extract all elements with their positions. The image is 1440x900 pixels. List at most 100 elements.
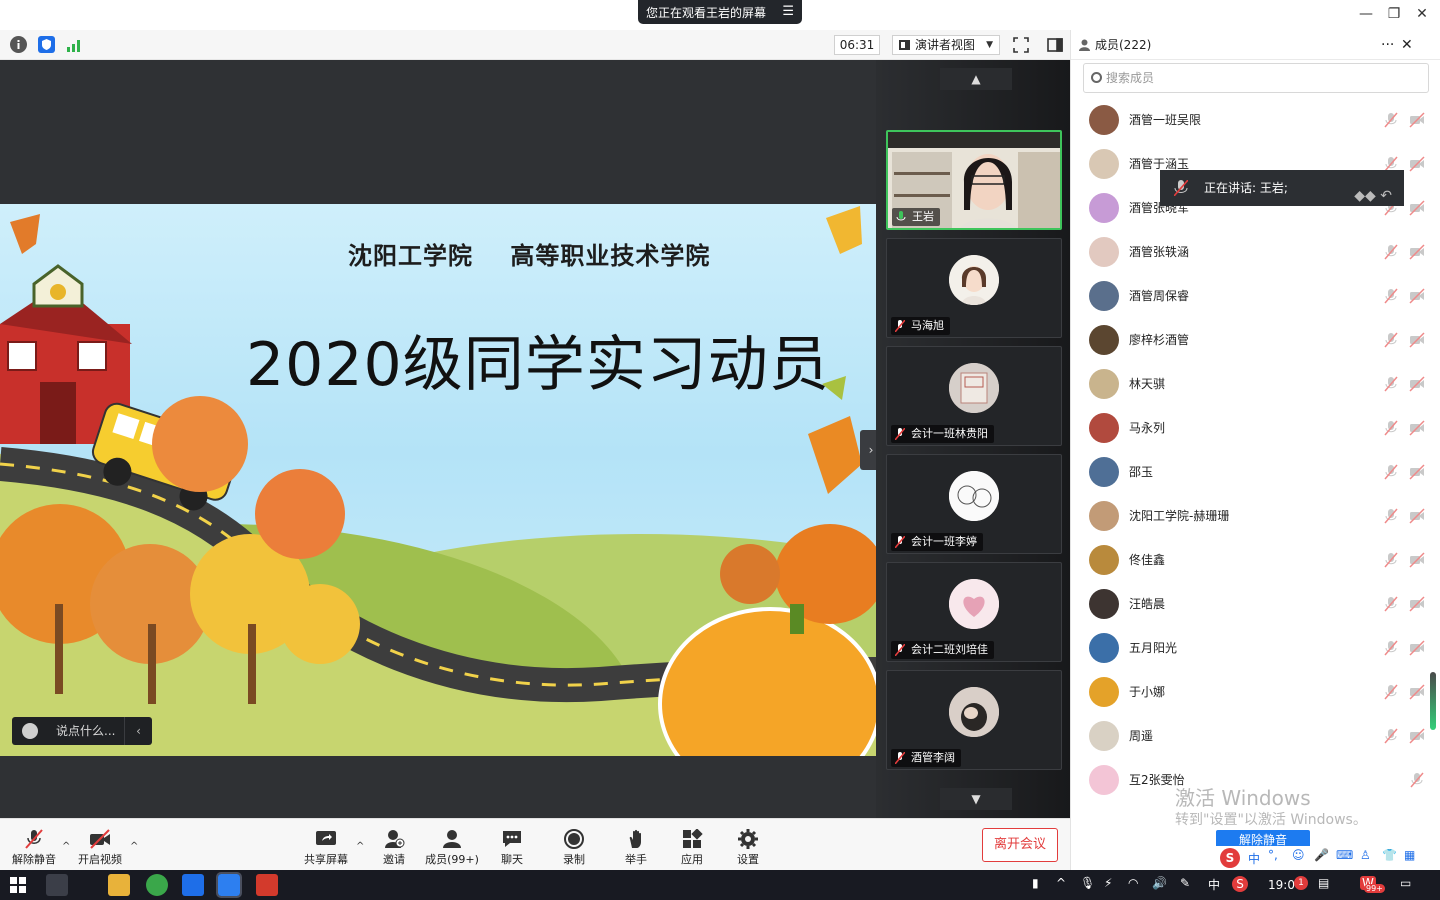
mic-muted-icon[interactable] xyxy=(1383,288,1399,304)
ime-language-indicator[interactable]: 中 xyxy=(1248,850,1260,867)
network-signal-icon[interactable] xyxy=(66,36,83,53)
member-row[interactable]: 邵玉 xyxy=(1071,450,1431,494)
video-off-icon[interactable] xyxy=(1409,112,1425,128)
toolbox-icon[interactable]: ▦ xyxy=(1404,848,1415,862)
mic-muted-icon[interactable] xyxy=(1383,464,1399,480)
pen-icon[interactable]: ✎ xyxy=(1180,876,1190,890)
mic-muted-icon[interactable] xyxy=(1409,772,1425,788)
mic-muted-icon[interactable] xyxy=(1383,332,1399,348)
screen-sharing-banner[interactable]: 您正在观看王岩的屏幕 ☰ xyxy=(638,0,802,24)
fullscreen-icon[interactable] xyxy=(1012,36,1030,54)
video-tile[interactable]: 马海旭 xyxy=(886,238,1062,338)
shield-icon[interactable] xyxy=(38,36,55,53)
video-off-icon[interactable] xyxy=(1409,464,1425,480)
more-options-icon[interactable]: ··· xyxy=(1381,30,1394,60)
browser-icon[interactable] xyxy=(146,874,168,896)
close-panel-icon[interactable]: ✕ xyxy=(1401,30,1413,60)
video-tile[interactable]: 会计二班刘培佳 xyxy=(886,562,1062,662)
video-tile[interactable]: 酒管李阔 xyxy=(886,670,1062,770)
raise-hand-button[interactable]: 举手 xyxy=(606,825,666,869)
minimize-button[interactable]: — xyxy=(1356,4,1376,24)
mic-muted-icon[interactable] xyxy=(1383,552,1399,568)
start-video-button[interactable]: 开启视频 xyxy=(70,825,130,869)
mic-muted-icon[interactable] xyxy=(1383,596,1399,612)
mic-muted-icon[interactable] xyxy=(1383,112,1399,128)
member-row[interactable]: 佟佳鑫 xyxy=(1071,538,1431,582)
member-row[interactable]: 酒管一班吴限 xyxy=(1071,98,1431,142)
voice-input-icon[interactable]: 🎤 xyxy=(1314,848,1329,862)
mic-muted-icon[interactable] xyxy=(1383,640,1399,656)
record-button[interactable]: 录制 xyxy=(544,825,604,869)
start-windows-icon[interactable] xyxy=(10,877,26,893)
video-off-icon[interactable] xyxy=(1409,640,1425,656)
tablet-app-icon[interactable] xyxy=(182,874,204,896)
video-off-icon[interactable] xyxy=(1409,728,1425,744)
wps-office-icon[interactable] xyxy=(256,874,278,896)
taskbar-ime-language[interactable]: 中 xyxy=(1208,876,1220,893)
apps-button[interactable]: 应用 xyxy=(662,825,722,869)
video-off-icon[interactable] xyxy=(1409,420,1425,436)
video-off-icon[interactable] xyxy=(1409,376,1425,392)
chat-button[interactable]: 聊天 xyxy=(482,825,542,869)
share-screen-button[interactable]: 共享屏幕 xyxy=(296,825,356,869)
sogou-tray-icon[interactable]: S xyxy=(1232,876,1248,892)
taskbar-app-icon[interactable] xyxy=(46,874,68,896)
mic-muted-icon[interactable] xyxy=(1383,684,1399,700)
video-off-icon[interactable] xyxy=(1409,244,1425,260)
invite-button[interactable]: 邀请 xyxy=(364,825,424,869)
file-explorer-icon[interactable] xyxy=(108,874,130,896)
power-icon[interactable]: ⚡ xyxy=(1104,876,1112,890)
video-off-icon[interactable] xyxy=(1409,200,1425,216)
restore-button[interactable]: ❐ xyxy=(1384,4,1404,24)
member-list-scrollbar[interactable] xyxy=(1430,672,1436,730)
mic-muted-icon[interactable] xyxy=(1383,420,1399,436)
member-row[interactable]: 酒管张轶涵 xyxy=(1071,230,1431,274)
mic-muted-icon[interactable] xyxy=(1383,244,1399,260)
member-row[interactable]: 林天骐 xyxy=(1071,362,1431,406)
tray-expand-icon[interactable]: ^ xyxy=(1056,876,1066,890)
video-tile-presenter[interactable]: 王岩 xyxy=(886,130,1062,230)
member-row[interactable]: 沈阳工学院-赫珊珊 xyxy=(1071,494,1431,538)
member-row[interactable]: 廖梓杉酒管 xyxy=(1071,318,1431,362)
menu-icon[interactable]: ☰ xyxy=(782,4,794,19)
annotation-tools-icon[interactable]: ◆◆ ↶ xyxy=(1354,178,1392,214)
video-off-icon[interactable] xyxy=(1409,156,1425,172)
settings-button[interactable]: 设置 xyxy=(718,825,778,869)
keyboard-icon[interactable]: ⌨ xyxy=(1336,848,1353,862)
gallery-scroll-down-icon[interactable]: ▼ xyxy=(940,788,1012,810)
member-row[interactable]: 五月阳光 xyxy=(1071,626,1431,670)
microphone-tray-icon[interactable]: 🎙 xyxy=(1080,876,1095,890)
mic-muted-icon[interactable] xyxy=(1383,728,1399,744)
member-search-input[interactable]: 搜索成员 xyxy=(1083,63,1429,93)
member-row[interactable]: 周遥 xyxy=(1071,714,1431,758)
close-window-button[interactable]: ✕ xyxy=(1412,4,1432,24)
ime-toolbar[interactable]: S 中 °, ☺ 🎤 ⌨ ♙ 👕 ▦ xyxy=(1216,846,1426,870)
meeting-app-icon[interactable] xyxy=(216,872,242,898)
battery-icon[interactable]: ▮ xyxy=(1032,876,1039,890)
video-options-chevron-icon[interactable]: ^ xyxy=(130,841,138,852)
punctuation-icon[interactable]: °, xyxy=(1268,848,1278,862)
member-row[interactable]: 酒管周保睿 xyxy=(1071,274,1431,318)
system-clock[interactable]: 19:0 xyxy=(1268,878,1295,892)
info-icon[interactable] xyxy=(10,36,27,53)
quick-chat-input[interactable]: 说点什么... ‹ xyxy=(12,717,152,745)
video-off-icon[interactable] xyxy=(1409,332,1425,348)
user-center-icon[interactable]: ♙ xyxy=(1360,848,1371,862)
member-row[interactable]: 汪皓晨 xyxy=(1071,582,1431,626)
volume-icon[interactable]: 🔊 xyxy=(1152,876,1167,890)
video-off-icon[interactable] xyxy=(1409,508,1425,524)
video-off-icon[interactable] xyxy=(1409,552,1425,568)
emoji-icon[interactable]: ☺ xyxy=(1292,848,1305,862)
action-center-icon[interactable]: ▤ xyxy=(1318,876,1329,890)
side-panel-toggle-icon[interactable] xyxy=(1046,36,1064,54)
wifi-icon[interactable]: ◠ xyxy=(1128,876,1138,890)
unmute-button[interactable]: 解除静音 xyxy=(4,825,64,869)
member-row[interactable]: 马永列 xyxy=(1071,406,1431,450)
video-off-icon[interactable] xyxy=(1409,288,1425,304)
chevron-left-icon[interactable]: ‹ xyxy=(124,717,152,745)
video-off-icon[interactable] xyxy=(1409,596,1425,612)
video-tile[interactable]: 会计一班林贵阳 xyxy=(886,346,1062,446)
view-mode-dropdown[interactable]: 演讲者视图 ▼ xyxy=(892,35,1000,55)
video-off-icon[interactable] xyxy=(1409,684,1425,700)
member-row[interactable]: 于小娜 xyxy=(1071,670,1431,714)
